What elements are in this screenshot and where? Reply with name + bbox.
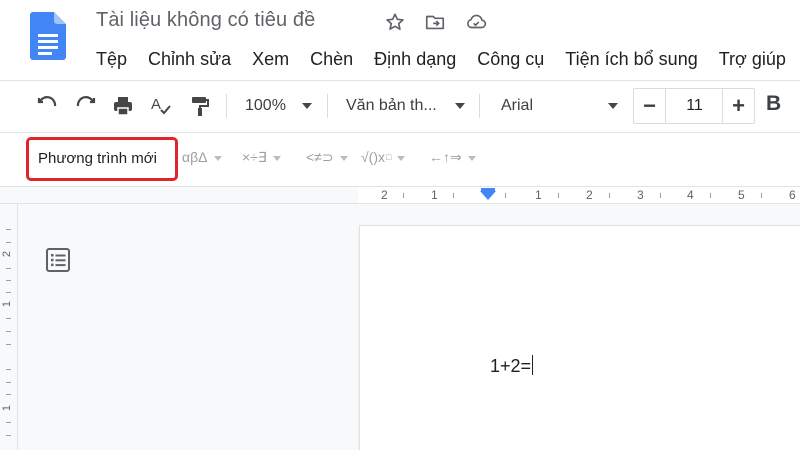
document-body-text[interactable]: 1+2= xyxy=(490,355,534,377)
style-dropdown-icon[interactable] xyxy=(455,103,465,109)
ruler-label: 2 xyxy=(1,250,14,258)
ruler-label: 1 xyxy=(535,188,542,202)
paragraph-style-select[interactable]: Văn bản th... xyxy=(346,95,437,117)
ruler-tick xyxy=(609,193,610,198)
misc-operations-menu[interactable]: ×÷∃ xyxy=(242,149,281,166)
google-docs-logo[interactable] xyxy=(30,12,66,60)
ruler-tick xyxy=(6,242,11,243)
menu-bar: Tệp Chỉnh sửa Xem Chèn Định dạng Công cụ… xyxy=(96,48,800,70)
decrease-font-size-button[interactable]: − xyxy=(634,89,666,123)
undo-icon[interactable] xyxy=(34,93,60,119)
menu-file[interactable]: Tệp xyxy=(96,48,127,70)
redo-icon[interactable] xyxy=(73,93,99,119)
bold-button[interactable]: B xyxy=(766,92,781,116)
toolbar-divider xyxy=(226,94,227,118)
ruler-label: 5 xyxy=(738,188,745,202)
ruler-tick xyxy=(6,369,11,370)
ruler-tick xyxy=(6,344,11,345)
ruler-label: 1 xyxy=(431,188,438,202)
ruler-label: 3 xyxy=(637,188,644,202)
ruler-tick xyxy=(6,331,11,332)
ruler-track: 2 1 1 2 3 4 5 6 xyxy=(358,187,800,203)
menu-format[interactable]: Định dạng xyxy=(374,48,456,70)
menu-insert[interactable]: Chèn xyxy=(310,48,353,70)
ruler-tick xyxy=(6,435,11,436)
ruler-tick xyxy=(660,193,661,198)
left-indent-marker[interactable] xyxy=(480,191,496,200)
equation-text: 1+2= xyxy=(490,356,532,376)
menu-view[interactable]: Xem xyxy=(252,48,289,70)
arrows-menu[interactable]: ←↑⇒ xyxy=(429,149,476,166)
ruler-tick xyxy=(505,193,506,198)
font-size-stepper: − 11 + xyxy=(633,88,755,124)
chevron-down-icon xyxy=(467,156,476,161)
zoom-dropdown-icon[interactable] xyxy=(302,103,312,109)
math-operators-label: √()x xyxy=(361,149,386,165)
ruler-label: 2 xyxy=(381,188,388,202)
ruler-tick xyxy=(6,229,11,230)
menu-help[interactable]: Trợ giúp xyxy=(719,48,786,70)
vertical-ruler[interactable]: 2 1 1 xyxy=(0,204,18,450)
new-equation-button[interactable]: Phương trình mới xyxy=(38,150,157,167)
ruler-tick xyxy=(6,292,11,293)
font-size-input[interactable]: 11 xyxy=(667,89,722,123)
document-page[interactable] xyxy=(360,226,800,450)
document-outline-icon[interactable] xyxy=(44,246,72,274)
move-to-folder-icon[interactable] xyxy=(423,10,447,34)
star-icon[interactable] xyxy=(383,10,407,34)
chevron-down-icon xyxy=(339,156,348,161)
greek-letters-menu[interactable]: αβΔ xyxy=(182,149,222,165)
spellcheck-icon[interactable]: A xyxy=(148,93,174,119)
document-title[interactable]: Tài liệu không có tiêu đề xyxy=(96,9,315,32)
ruler-label: 1 xyxy=(1,404,14,412)
menu-edit[interactable]: Chỉnh sửa xyxy=(148,48,231,70)
font-dropdown-icon[interactable] xyxy=(608,103,618,109)
toolbar-divider xyxy=(479,94,480,118)
ruler-tick xyxy=(710,193,711,198)
ruler-label: 1 xyxy=(1,300,14,308)
increase-font-size-button[interactable]: + xyxy=(722,89,754,123)
math-operators-menu[interactable]: √()x □ xyxy=(361,149,406,165)
chevron-down-icon xyxy=(272,156,281,161)
relations-menu[interactable]: <≠⊃ xyxy=(306,149,348,166)
chevron-down-icon xyxy=(213,155,222,161)
ruler-tick xyxy=(6,422,11,423)
menu-tools[interactable]: Công cụ xyxy=(477,48,544,70)
ruler-label: 6 xyxy=(789,188,796,202)
paint-format-icon[interactable] xyxy=(186,93,212,119)
ruler-tick xyxy=(6,318,11,319)
app-header: Tài liệu không có tiêu đề Tệp Chỉnh sửa … xyxy=(0,0,800,78)
ruler-tick xyxy=(6,268,11,269)
ruler-label: 4 xyxy=(687,188,694,202)
cloud-status-icon[interactable] xyxy=(464,10,488,34)
ruler-tick xyxy=(6,280,11,281)
misc-operations-label: ×÷∃ xyxy=(242,149,267,165)
font-select[interactable]: Arial xyxy=(501,95,533,117)
ruler-tick xyxy=(761,193,762,198)
zoom-select[interactable]: 100% xyxy=(245,95,286,117)
horizontal-ruler[interactable]: 2 1 1 2 3 4 5 6 xyxy=(0,186,800,204)
ruler-tick xyxy=(558,193,559,198)
svg-text:A: A xyxy=(151,96,161,113)
ruler-label: 2 xyxy=(586,188,593,202)
menu-addons[interactable]: Tiện ích bổ sung xyxy=(565,48,697,70)
ruler-tick xyxy=(6,394,11,395)
greek-letters-label: αβΔ xyxy=(182,149,208,165)
print-icon[interactable] xyxy=(110,93,136,119)
ruler-tick xyxy=(6,382,11,383)
ruler-tick xyxy=(453,193,454,198)
toolbar-divider xyxy=(327,94,328,118)
relations-label: <≠⊃ xyxy=(306,149,334,165)
text-cursor xyxy=(532,355,534,375)
chevron-down-icon xyxy=(397,155,406,161)
ruler-tick xyxy=(403,193,404,198)
arrows-label: ←↑⇒ xyxy=(429,149,462,165)
